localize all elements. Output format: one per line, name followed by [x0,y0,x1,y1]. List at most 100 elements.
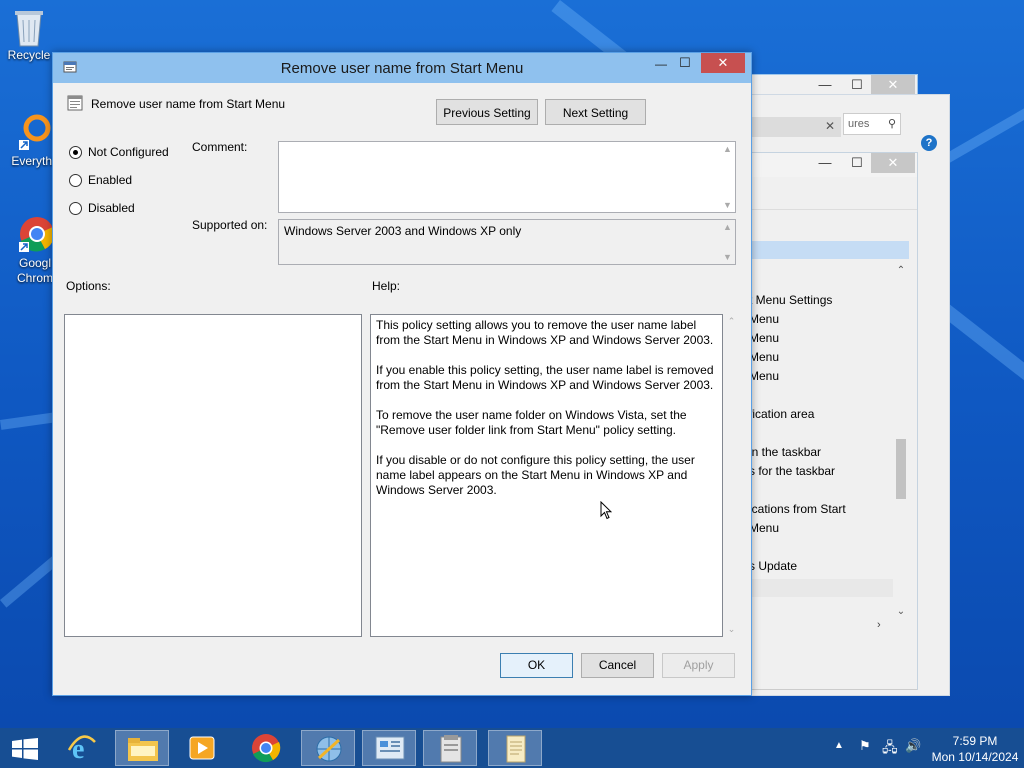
chevron-down-icon[interactable]: ⌄ [724,624,739,635]
taskbar-media-player[interactable] [175,730,229,766]
comment-label: Comment: [192,140,248,154]
notes-icon [440,735,462,763]
chevron-up-icon[interactable]: ▲ [720,144,735,154]
policy-setting-dialog: Remove user name from Start Menu — ☐ ✕ R… [52,52,752,696]
taskbar-chrome[interactable] [240,730,294,766]
help-paragraph: To remove the user name folder on Window… [376,408,687,437]
close-icon[interactable]: ✕ [871,153,915,173]
ok-button[interactable]: OK [500,653,573,678]
maximize-icon[interactable]: ☐ [843,75,871,95]
close-icon[interactable]: ✕ [825,119,835,133]
radio-not-configured[interactable]: Not Configured [69,145,169,159]
taskbar-file-explorer[interactable] [115,730,169,766]
comment-textarea[interactable]: ▲ ▼ [278,141,736,213]
radio-label: Not Configured [88,145,169,159]
policy-setting-icon [67,95,83,111]
close-icon[interactable]: ✕ [701,53,745,73]
search-input[interactable]: ures ⚲ [843,113,901,135]
chevron-down-icon[interactable]: ▼ [720,252,735,262]
radio-enabled[interactable]: Enabled [69,173,132,187]
help-label: Help: [372,279,401,293]
search-placeholder: ures [848,118,870,130]
vertical-scrollbar[interactable]: ▲ ▼ [720,220,735,264]
list-item[interactable]: Menu [749,350,779,364]
list-item[interactable]: fication area [749,407,814,421]
minimize-icon[interactable]: — [651,57,671,75]
minimize-icon[interactable]: — [811,153,839,173]
list-item[interactable]: s for the taskbar [749,464,835,478]
next-setting-button[interactable]: Next Setting [545,99,646,125]
search-icon: ⚲ [887,118,896,130]
supported-on-field: Windows Server 2003 and Windows XP only … [278,219,736,265]
list-item[interactable]: Menu [749,331,779,345]
help-icon[interactable]: ? [921,135,937,151]
background-tab: ✕ [741,117,841,137]
radio-unselected-icon[interactable] [69,201,82,215]
supported-on-value: Windows Server 2003 and Windows XP only [284,224,522,238]
desktop-icon-label: Everythi [11,154,55,168]
cancel-button[interactable]: Cancel [581,653,654,678]
chevron-right-icon[interactable]: › [877,619,881,631]
list-item[interactable]: s Update [749,559,797,573]
chevron-up-icon[interactable]: ⌃ [893,265,909,276]
taskbar-notepad[interactable] [488,730,542,766]
taskbar-network[interactable] [301,730,355,766]
desktop-icon-label: Googl Chrom [16,256,53,285]
chrome-icon [15,214,55,254]
taskbar-notes[interactable] [423,730,477,766]
vertical-scrollbar[interactable]: ▲ ▼ [720,142,735,212]
show-hidden-icons-chevron-up-icon[interactable]: ▲ [834,740,844,751]
radio-disabled[interactable]: Disabled [69,201,135,215]
radio-label: Disabled [88,201,135,215]
start-button[interactable] [0,730,50,766]
taskbar-control-panel[interactable] [362,730,416,766]
chevron-down-icon[interactable]: ▼ [720,200,735,210]
control-panel-icon [375,736,405,760]
divider [741,209,917,210]
maximize-icon[interactable]: ☐ [843,153,871,173]
list-item[interactable]: t Menu Settings [749,293,832,307]
maximize-icon[interactable]: ☐ [675,55,695,73]
options-label: Options: [66,279,111,293]
list-item[interactable]: Menu [749,369,779,383]
scrollbar-thumb[interactable] [896,439,906,499]
action-center-flag-icon[interactable]: ⚑ [859,738,871,754]
list-item[interactable]: ications from Start [749,502,846,516]
taskbar: e ▲ ⚑ 🖧 🔊 7:59 PM Mon 10/14/2024 [0,728,1024,768]
chevron-down-icon[interactable]: ⌄ [893,606,909,617]
previous-setting-button[interactable]: Previous Setting [436,99,538,125]
dialog-title: Remove user name from Start Menu [280,60,524,77]
network-tray-icon[interactable]: 🖧 [882,737,898,761]
mouse-cursor-icon [600,500,613,523]
background-window-titlebar: — ☐ ✕ [741,153,917,177]
help-pane: This policy setting allows you to remove… [370,314,723,637]
list-item[interactable]: Menu [749,521,779,535]
network-icon [316,736,342,762]
notepad-icon [506,735,526,763]
help-scrollbar[interactable]: ⌃ ⌄ [724,314,739,637]
apply-button[interactable]: Apply [662,653,735,678]
help-text: This policy setting allows you to remove… [376,318,716,513]
everything-search-icon [13,112,53,152]
help-paragraph: If you enable this policy setting, the u… [376,363,714,392]
volume-icon[interactable]: 🔊 [905,738,921,754]
clock[interactable]: 7:59 PM Mon 10/14/2024 [930,733,1020,765]
taskbar-internet-explorer[interactable]: e [54,730,108,766]
vertical-scrollbar[interactable]: ⌃ ⌄ [893,265,909,617]
desktop-icon-label: Recycle [7,48,51,62]
radio-label: Enabled [88,173,133,187]
dialog-body: Remove user name from Start Menu Previou… [59,83,745,689]
list-item[interactable]: in the taskbar [749,445,821,459]
list-item[interactable]: Menu [749,312,779,326]
radio-selected-icon[interactable] [69,145,82,159]
dialog-titlebar[interactable]: Remove user name from Start Menu — ☐ ✕ [53,53,751,83]
close-icon[interactable]: ✕ [871,75,915,95]
background-gpedit-window: — ☐ ✕ t Menu Settings Menu Menu Menu Menu fic… [740,152,918,690]
chevron-up-icon[interactable]: ⌃ [724,316,739,327]
chevron-up-icon[interactable]: ▲ [720,222,735,232]
internet-explorer-icon: e [67,734,96,764]
policy-name: Remove user name from Start Menu [91,97,286,111]
supported-on-label: Supported on: [192,218,268,232]
radio-unselected-icon[interactable] [69,173,82,187]
minimize-icon[interactable]: — [811,75,839,95]
